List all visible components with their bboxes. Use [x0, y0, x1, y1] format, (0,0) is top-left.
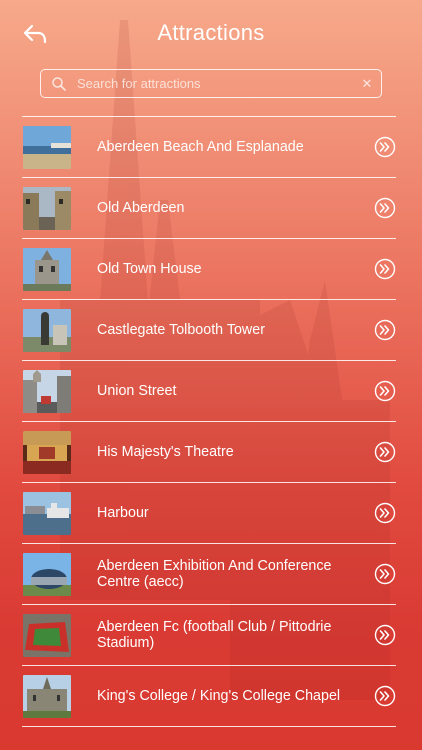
attraction-label: Old Town House — [97, 261, 202, 277]
search-icon — [52, 76, 66, 91]
list-item[interactable]: Harbour — [22, 483, 396, 544]
list-item[interactable]: His Majesty's Theatre — [22, 422, 396, 483]
header: Attractions — [0, 0, 422, 68]
attraction-thumbnail — [23, 491, 71, 535]
list-item[interactable]: Castlegate Tolbooth Tower — [22, 300, 396, 361]
search-input[interactable] — [77, 76, 353, 91]
attractions-list: Aberdeen Beach And Esplanade Old Aberdeen… — [22, 116, 396, 727]
attraction-label: Aberdeen Fc (football Club / Pittodrie S… — [97, 619, 332, 651]
chevron-right-icon[interactable] — [374, 502, 396, 524]
attraction-thumbnail — [23, 247, 71, 291]
attraction-thumbnail — [23, 674, 71, 718]
chevron-right-icon[interactable] — [374, 380, 396, 402]
attraction-label: Castlegate Tolbooth Tower — [97, 322, 265, 338]
attraction-label: Aberdeen Beach And Esplanade — [97, 139, 304, 155]
attraction-label: Aberdeen Exhibition And Conference Centr… — [97, 558, 332, 590]
attraction-label: His Majesty's Theatre — [97, 444, 234, 460]
attraction-thumbnail — [23, 369, 71, 413]
attraction-thumbnail — [23, 308, 71, 352]
attraction-label: Old Aberdeen — [97, 200, 185, 216]
attraction-label: King's College / King's College Chapel — [97, 688, 341, 704]
attraction-thumbnail — [23, 125, 71, 169]
attraction-thumbnail — [23, 613, 71, 657]
chevron-right-icon[interactable] — [374, 685, 396, 707]
chevron-right-icon[interactable] — [374, 563, 396, 585]
attraction-label: Harbour — [97, 505, 149, 521]
attraction-thumbnail — [23, 552, 71, 596]
list-item[interactable]: Aberdeen Exhibition And Conference Centr… — [22, 544, 396, 605]
chevron-right-icon[interactable] — [374, 136, 396, 158]
clear-search-icon[interactable]: ✕ — [353, 76, 381, 92]
list-item[interactable]: Union Street — [22, 361, 396, 422]
chevron-right-icon[interactable] — [374, 441, 396, 463]
attraction-label: Union Street — [97, 383, 177, 399]
chevron-right-icon[interactable] — [374, 197, 396, 219]
chevron-right-icon[interactable] — [374, 258, 396, 280]
search-bar: ✕ — [40, 69, 382, 98]
attraction-thumbnail — [23, 430, 71, 474]
chevron-right-icon[interactable] — [374, 319, 396, 341]
list-item[interactable]: Aberdeen Beach And Esplanade — [22, 117, 396, 178]
page-title: Attractions — [157, 20, 265, 45]
list-item[interactable]: Aberdeen Fc (football Club / Pittodrie S… — [22, 605, 396, 666]
list-item[interactable]: King's College / King's College Chapel — [22, 666, 396, 727]
attraction-thumbnail — [23, 186, 71, 230]
list-item[interactable]: Old Town House — [22, 239, 396, 300]
list-item[interactable]: Old Aberdeen — [22, 178, 396, 239]
chevron-right-icon[interactable] — [374, 624, 396, 646]
